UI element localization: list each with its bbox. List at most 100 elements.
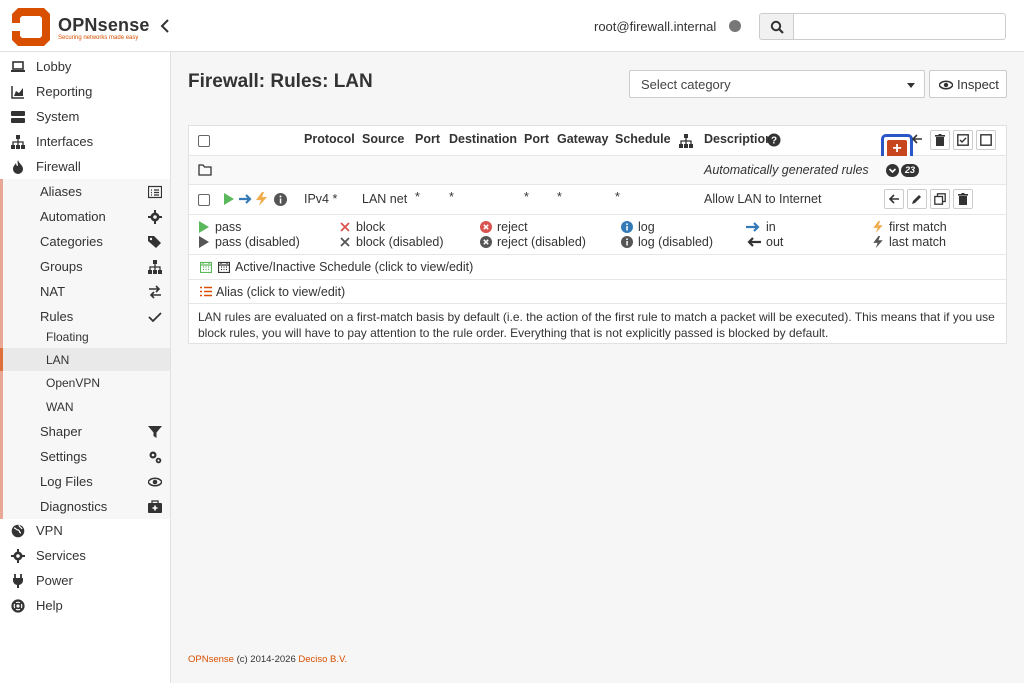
- sidebar-item-rules-wan[interactable]: WAN: [0, 395, 170, 419]
- sidebar: Lobby Reporting System Interfaces Firewa…: [0, 52, 171, 683]
- tags-icon: [148, 236, 161, 248]
- footer: OPNsense (c) 2014-2026 Deciso B.V.: [188, 654, 347, 665]
- pass-icon[interactable]: [223, 193, 234, 205]
- sidebar-item-settings[interactable]: Settings: [0, 444, 170, 469]
- calendar-icon: [218, 261, 230, 273]
- legend-label: out: [766, 235, 784, 249]
- column-port[interactable]: Port: [415, 132, 440, 146]
- sidebar-item-system[interactable]: System: [0, 104, 170, 129]
- info-icon[interactable]: [274, 193, 287, 206]
- collapse-sidebar-icon[interactable]: [158, 16, 172, 36]
- disable-selected-button[interactable]: [976, 130, 996, 150]
- sidebar-item-label: Categories: [40, 234, 103, 249]
- search-input[interactable]: [793, 13, 1006, 40]
- column-source[interactable]: Source: [362, 132, 404, 146]
- column-port[interactable]: Port: [524, 132, 549, 146]
- sidebar-item-categories[interactable]: Categories: [0, 229, 170, 254]
- plug-icon: [13, 574, 23, 588]
- rule-gateway: *: [557, 190, 562, 204]
- help-icon[interactable]: ?: [767, 133, 781, 147]
- top-bar: OPNsense Securing networks made easy roo…: [0, 0, 1024, 52]
- delete-rule-button[interactable]: [953, 189, 973, 209]
- user-name[interactable]: root@firewall.internal: [594, 19, 716, 34]
- move-rules-button[interactable]: [907, 130, 927, 150]
- column-schedule[interactable]: Schedule: [615, 132, 671, 146]
- check-square-icon: [957, 134, 969, 146]
- column-destination[interactable]: Destination: [449, 132, 517, 146]
- legend-alias: Alias (click to view/edit): [189, 280, 1006, 304]
- check-icon: [148, 312, 162, 323]
- svg-text:?: ?: [771, 136, 777, 147]
- legend-label: last match: [889, 235, 946, 249]
- clone-rule-button[interactable]: [930, 189, 950, 209]
- sidebar-item-label: Help: [36, 598, 63, 613]
- rule-protocol: IPv4 *: [304, 192, 338, 206]
- select-all-checkbox[interactable]: [198, 135, 210, 147]
- medkit-icon: [148, 500, 162, 513]
- globe-icon: [11, 524, 25, 538]
- delete-selected-button[interactable]: [930, 130, 950, 150]
- list-alt-icon: [148, 185, 162, 199]
- sidebar-item-vpn[interactable]: VPN: [0, 518, 170, 543]
- rule-port: *: [415, 190, 420, 204]
- category-select[interactable]: Select category: [629, 70, 925, 98]
- legend-label: pass (disabled): [215, 235, 300, 249]
- column-protocol[interactable]: Protocol: [304, 132, 355, 146]
- sidebar-item-power[interactable]: Power: [0, 568, 170, 593]
- legend-label: reject (disabled): [497, 235, 586, 249]
- auto-rules-label: Automatically generated rules: [704, 163, 869, 177]
- sidebar-item-reporting[interactable]: Reporting: [0, 79, 170, 104]
- table-row[interactable]: IPv4 * LAN net * * * * * Allow LAN to In…: [189, 185, 1006, 215]
- life-ring-icon: [11, 599, 25, 613]
- area-chart-icon: [11, 86, 24, 99]
- enable-selected-button[interactable]: [953, 130, 973, 150]
- status-indicator-icon[interactable]: [729, 20, 741, 32]
- sidebar-item-label: Floating: [46, 330, 89, 344]
- footer-company-link[interactable]: Deciso B.V.: [298, 654, 347, 665]
- sidebar-item-rules-lan[interactable]: LAN: [0, 348, 170, 372]
- cog-icon: [148, 210, 162, 224]
- opnsense-logo[interactable]: [10, 6, 52, 48]
- sidebar-item-aliases[interactable]: Aliases: [0, 179, 170, 204]
- info-circle-disabled-icon: [621, 236, 633, 248]
- sidebar-item-firewall[interactable]: Firewall: [0, 154, 170, 179]
- footer-product-link[interactable]: OPNsense: [188, 654, 234, 665]
- edit-rule-button[interactable]: [907, 189, 927, 209]
- sidebar-item-nat[interactable]: NAT: [0, 279, 170, 304]
- inspect-button[interactable]: Inspect: [929, 70, 1007, 98]
- page-title: Firewall: Rules: LAN: [188, 71, 373, 92]
- sidebar-item-diagnostics[interactable]: Diagnostics: [0, 494, 170, 519]
- sidebar-item-label: VPN: [36, 523, 63, 538]
- sidebar-item-shaper[interactable]: Shaper: [0, 419, 170, 444]
- sidebar-item-lobby[interactable]: Lobby: [0, 54, 170, 79]
- sidebar-item-automation[interactable]: Automation: [0, 204, 170, 229]
- column-description[interactable]: Description: [704, 132, 773, 146]
- sidebar-item-interfaces[interactable]: Interfaces: [0, 129, 170, 154]
- rule-description: Allow LAN to Internet: [704, 192, 822, 206]
- fire-icon: [13, 160, 23, 174]
- arrow-left-icon: [911, 134, 922, 144]
- rule-port: *: [524, 190, 529, 204]
- column-gateway[interactable]: Gateway: [557, 132, 608, 146]
- sidebar-item-services[interactable]: Services: [0, 543, 170, 568]
- legend-label: block (disabled): [356, 235, 444, 249]
- sidebar-item-rules-floating[interactable]: Floating: [0, 325, 170, 349]
- sidebar-item-help[interactable]: Help: [0, 593, 170, 618]
- arrow-in-icon: [239, 194, 252, 204]
- chevron-down-icon[interactable]: [886, 164, 899, 177]
- search-icon: [770, 20, 784, 34]
- move-rule-button[interactable]: [884, 189, 904, 209]
- clone-icon: [934, 193, 946, 205]
- search-button[interactable]: [759, 13, 793, 40]
- auto-rules-row[interactable]: Automatically generated rules 23: [189, 156, 1006, 185]
- legend-label: in: [766, 220, 776, 234]
- sidebar-item-label: Groups: [40, 259, 83, 274]
- rule-checkbox[interactable]: [198, 194, 210, 206]
- sidebar-item-rules-openvpn[interactable]: OpenVPN: [0, 371, 170, 395]
- cog-icon: [11, 549, 25, 563]
- alias-legend-text: Alias (click to view/edit): [216, 285, 346, 299]
- pass-disabled-icon: [199, 236, 209, 248]
- sidebar-item-groups[interactable]: Groups: [0, 254, 170, 279]
- sitemap-icon: [11, 135, 25, 149]
- sidebar-item-log-files[interactable]: Log Files: [0, 469, 170, 494]
